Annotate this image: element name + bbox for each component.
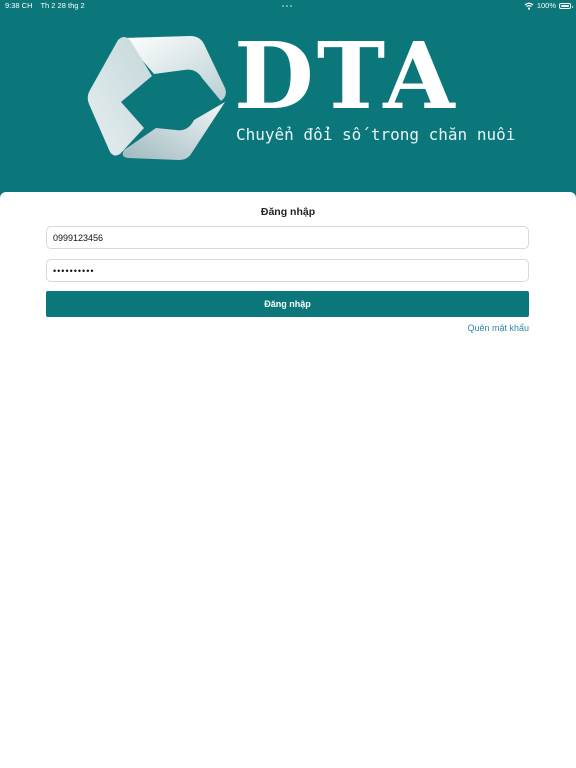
header-banner: 9:38 CH Th 2 28 thg 2 100% DTA Chuyển đổ… — [0, 0, 576, 200]
wifi-icon — [524, 2, 534, 10]
battery-icon — [559, 3, 573, 9]
status-right: 100% — [524, 0, 573, 12]
hexagon-play-logo-icon — [87, 36, 226, 160]
status-left: 9:38 CH Th 2 28 thg 2 — [5, 0, 91, 12]
logo-tagline: Chuyển đổi số trong chăn nuôi — [236, 125, 516, 144]
status-time: 9:38 CH — [5, 1, 33, 10]
status-bar: 9:38 CH Th 2 28 thg 2 100% — [0, 0, 576, 12]
logo-wordmark: DTA — [234, 22, 458, 130]
battery-percent: 100% — [536, 1, 556, 10]
phone-input[interactable] — [46, 226, 529, 249]
login-title: Đăng nhập — [260, 206, 316, 218]
status-date: Th 2 28 thg 2 — [40, 1, 85, 10]
login-card: Đăng nhập Đăng nhập Quên mật khẩu — [0, 192, 576, 768]
multitasking-dots-icon[interactable] — [282, 5, 294, 7]
login-button[interactable]: Đăng nhập — [46, 291, 529, 317]
forgot-password-link[interactable]: Quên mật khẩu — [467, 323, 529, 333]
password-input[interactable] — [46, 259, 529, 282]
